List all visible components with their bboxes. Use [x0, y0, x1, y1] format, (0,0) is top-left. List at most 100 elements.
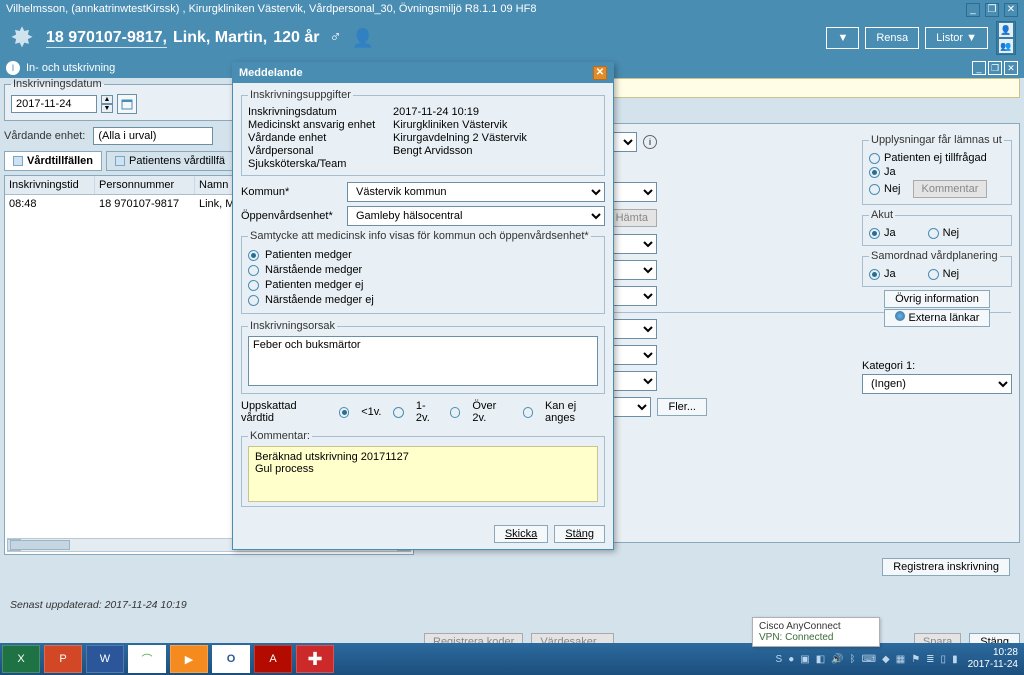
taskbar-media-icon[interactable]: ▶: [170, 645, 208, 673]
tab-patientens[interactable]: Patientens vårdtillfä: [106, 151, 234, 171]
radio-nej[interactable]: [869, 184, 880, 195]
tray-volume-icon[interactable]: 🔊: [831, 654, 843, 665]
skicka-button[interactable]: Skicka: [494, 525, 548, 543]
samtycke-fieldset: Samtycke att medicinsk info visas för ko…: [241, 230, 605, 314]
taskbar-clock[interactable]: 10:28 2017-11-24: [962, 647, 1024, 671]
module-min-button[interactable]: _: [972, 61, 986, 75]
tray-icon[interactable]: S: [776, 654, 783, 665]
taskbar-outlook-icon[interactable]: O: [212, 645, 250, 673]
openvard-select[interactable]: Gamleby hälsocentral: [347, 206, 605, 226]
scroll-thumb[interactable]: [10, 540, 70, 550]
patient-id[interactable]: 18 970107-9817,: [46, 29, 167, 48]
tray-icon[interactable]: ◧: [816, 654, 825, 665]
module-icon: I: [6, 61, 20, 75]
taskbar: X P W ⌒ ▶ O A ✚ S ● ▣ ◧ 🔊 ᛒ ⌨ ◆ ▦ ⚑ ≣ ▯ …: [0, 643, 1024, 675]
taskbar-plus-icon[interactable]: ✚: [296, 645, 334, 673]
vpn-status: VPN: Connected: [759, 632, 873, 643]
info-icon[interactable]: i: [643, 135, 657, 149]
ovrig-info-button[interactable]: Övrig information: [884, 290, 990, 308]
date-down-icon[interactable]: ▼: [101, 104, 113, 113]
akut-ja-radio[interactable]: [869, 228, 880, 239]
globe-icon: [895, 311, 905, 321]
tray-wifi-icon[interactable]: ▮: [952, 654, 958, 665]
tray-battery-icon[interactable]: ▯: [941, 654, 947, 665]
radio-ej-tillfragad[interactable]: [869, 153, 880, 164]
samordnad-ja-radio[interactable]: [869, 269, 880, 280]
module-title: In- och utskrivning: [26, 62, 115, 74]
group-icon[interactable]: 👥: [999, 39, 1013, 53]
radio-patient-medger[interactable]: [248, 250, 259, 261]
tray-icon[interactable]: ◆: [882, 654, 890, 665]
clock-date: 2017-11-24: [968, 659, 1018, 671]
col-inskrivningstid[interactable]: Inskrivningstid: [5, 176, 95, 194]
user-icon[interactable]: 👤: [999, 23, 1013, 37]
radio-narstaende-medger[interactable]: [248, 265, 259, 276]
vpn-title: Cisco AnyConnect: [759, 621, 873, 632]
tray-icon[interactable]: ⚑: [911, 654, 920, 665]
dropdown-button[interactable]: ▼: [826, 27, 859, 49]
col-personnummer[interactable]: Personnummer: [95, 176, 195, 194]
kategori-select[interactable]: (Ingen): [862, 374, 1012, 394]
cell-pn: 18 970107-9817: [95, 195, 195, 213]
window-titlebar: Vilhelmsson, (annkatrinwtestKirssk) , Ki…: [0, 0, 1024, 18]
minimize-button[interactable]: _: [966, 3, 980, 17]
taskbar-word-icon[interactable]: W: [86, 645, 124, 673]
tab-icon: [115, 156, 125, 166]
upplysningar-fieldset: Upplysningar får lämnas ut Patienten ej …: [862, 134, 1012, 205]
dialog-close-button[interactable]: ✕: [593, 66, 607, 80]
module-close-button[interactable]: ✕: [1004, 61, 1018, 75]
close-button[interactable]: ✕: [1004, 3, 1018, 17]
tray-icon[interactable]: ≣: [926, 654, 934, 665]
inskrivningsuppgifter-legend: Inskrivningsuppgifter: [248, 89, 353, 101]
radio-1-2v[interactable]: [393, 407, 403, 418]
inskrivningsdatum-legend: Inskrivningsdatum: [11, 78, 104, 90]
radio-over2v[interactable]: [450, 407, 460, 418]
taskbar-app1-icon[interactable]: ⌒: [128, 645, 166, 673]
externa-lankar-button[interactable]: Externa länkar: [884, 309, 991, 327]
dialog-titlebar[interactable]: Meddelande ✕: [233, 63, 613, 83]
inskrivningsorsak-fieldset: Inskrivningsorsak Feber och buksmärtor: [241, 320, 605, 394]
calendar-button[interactable]: [117, 94, 137, 114]
kommentar-line-1: Beräknad utskrivning 20171127: [255, 451, 591, 463]
radio-patient-medger-ej[interactable]: [248, 280, 259, 291]
kommentar-legend: Kommentar:: [248, 430, 312, 442]
radio-lt1v[interactable]: [339, 407, 349, 418]
gender-icon: ♂: [330, 29, 342, 47]
kommun-label: Kommun*: [241, 186, 341, 198]
listor-button[interactable]: Listor ▼: [925, 27, 988, 49]
tray-icon[interactable]: ⌨: [862, 654, 876, 665]
rensa-button[interactable]: Rensa: [865, 27, 919, 49]
radio-kan-ej[interactable]: [523, 407, 533, 418]
cell-tid: 08:48: [5, 195, 95, 213]
tray-bluetooth-icon[interactable]: ᛒ: [850, 654, 856, 665]
inskrivningsuppgifter-fieldset: Inskrivningsuppgifter Inskrivningsdatum2…: [241, 89, 605, 176]
kommentar-line-2: Gul process: [255, 463, 591, 475]
tab-vardtillfallen[interactable]: Vårdtillfällen: [4, 151, 102, 171]
module-max-button[interactable]: ❐: [988, 61, 1002, 75]
vardande-enhet-input[interactable]: [93, 127, 213, 145]
inskrivningsorsak-textarea[interactable]: Feber och buksmärtor: [248, 336, 598, 386]
kommentar-button[interactable]: Kommentar: [913, 180, 988, 198]
akut-nej-radio[interactable]: [928, 228, 939, 239]
uppskattad-label: Uppskattad vårdtid: [241, 400, 327, 424]
date-input[interactable]: [11, 95, 97, 113]
radio-ja[interactable]: [869, 167, 880, 178]
fler-button[interactable]: Fler...: [657, 398, 707, 416]
upplysningar-legend: Upplysningar får lämnas ut: [869, 134, 1004, 146]
radio-narstaende-medger-ej[interactable]: [248, 295, 259, 306]
samordnad-nej-radio[interactable]: [928, 269, 939, 280]
samtycke-legend: Samtycke att medicinsk info visas för ko…: [248, 230, 591, 242]
maximize-button[interactable]: ❐: [985, 3, 999, 17]
taskbar-acrobat-icon[interactable]: A: [254, 645, 292, 673]
date-up-icon[interactable]: ▲: [101, 95, 113, 104]
tray-icon[interactable]: ●: [788, 654, 794, 665]
hamta-button[interactable]: Hämta: [607, 209, 657, 227]
tab-icon: [13, 156, 23, 166]
dialog-stang-button[interactable]: Stäng: [554, 525, 605, 543]
taskbar-excel-icon[interactable]: X: [2, 645, 40, 673]
taskbar-powerpoint-icon[interactable]: P: [44, 645, 82, 673]
tray-icon[interactable]: ▣: [800, 654, 809, 665]
kommun-select[interactable]: Västervik kommun: [347, 182, 605, 202]
tray-icon[interactable]: ▦: [896, 654, 905, 665]
registrera-inskrivning-button[interactable]: Registrera inskrivning: [882, 558, 1010, 576]
